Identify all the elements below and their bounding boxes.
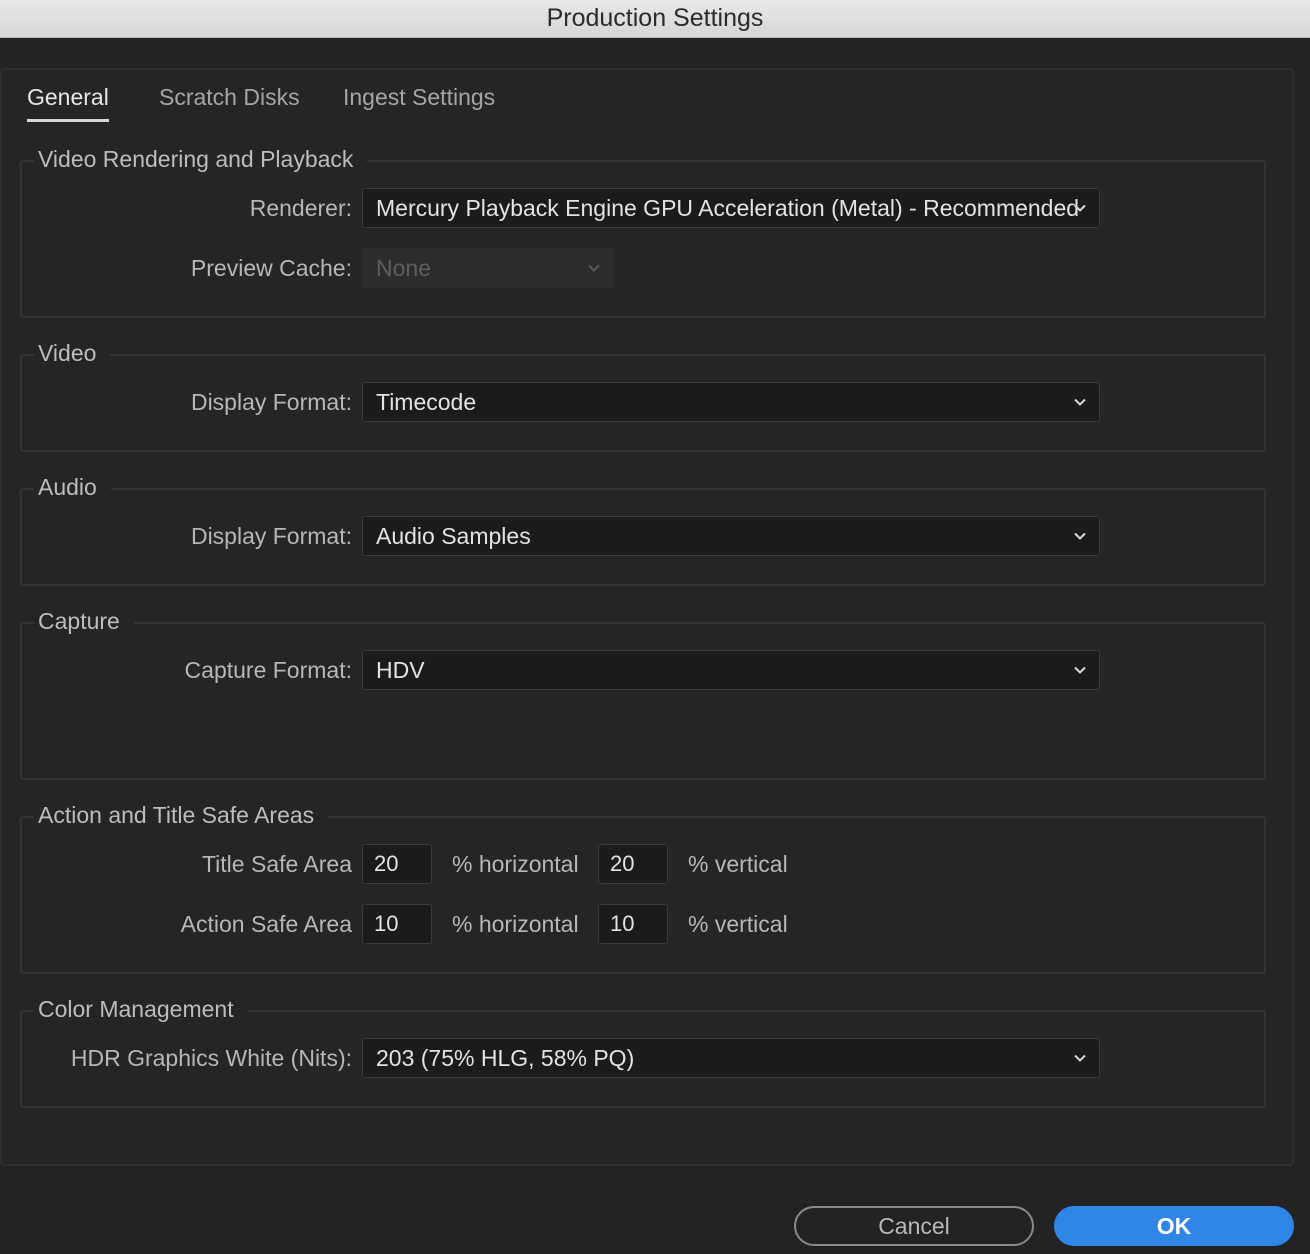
title-safe-vertical-input[interactable]: 20 [598, 844, 668, 884]
hdr-graphics-white-value: 203 (75% HLG, 58% PQ) [376, 1044, 635, 1071]
group-video-rendering [20, 160, 1266, 318]
group-title-color-management: Color Management [34, 996, 248, 1023]
group-safe-areas [20, 816, 1266, 974]
group-title-capture: Capture [34, 608, 134, 635]
action-safe-label: Action Safe Area [180, 911, 352, 937]
video-display-format-value: Timecode [376, 388, 477, 415]
action-safe-horizontal-suffix: % horizontal [452, 911, 579, 937]
capture-format-value: HDV [376, 656, 425, 683]
group-title-audio: Audio [34, 474, 111, 501]
chevron-down-icon [1074, 398, 1086, 406]
title-safe-horizontal-input[interactable]: 20 [362, 844, 432, 884]
window-title: Production Settings [546, 4, 764, 32]
action-safe-vertical-input[interactable]: 10 [598, 904, 668, 944]
video-display-format-label: Display Format: [190, 389, 352, 415]
renderer-dropdown[interactable]: Mercury Playback Engine GPU Acceleration… [362, 188, 1100, 228]
title-safe-label: Title Safe Area [201, 851, 352, 877]
capture-format-dropdown[interactable]: HDV [362, 650, 1100, 690]
tab-general[interactable]: General [27, 84, 109, 122]
window-titlebar: Production Settings [0, 0, 1310, 38]
title-safe-vertical-suffix: % vertical [688, 851, 788, 877]
tab-scratch-disks[interactable]: Scratch Disks [159, 84, 300, 119]
tab-ingest-settings[interactable]: Ingest Settings [343, 84, 495, 119]
action-safe-horizontal-input[interactable]: 10 [362, 904, 432, 944]
chevron-down-icon [588, 264, 600, 272]
preview-cache-label: Preview Cache: [190, 255, 352, 281]
preview-cache-value: None [376, 254, 431, 281]
chevron-down-icon [1074, 1054, 1086, 1062]
action-safe-vertical-suffix: % vertical [688, 911, 788, 937]
cancel-button[interactable]: Cancel [794, 1206, 1034, 1246]
chevron-down-icon [1074, 532, 1086, 540]
chevron-down-icon [1074, 204, 1086, 212]
hdr-graphics-white-dropdown[interactable]: 203 (75% HLG, 58% PQ) [362, 1038, 1100, 1078]
group-title-video-rendering: Video Rendering and Playback [34, 146, 368, 173]
audio-display-format-label: Display Format: [190, 523, 352, 549]
video-display-format-dropdown[interactable]: Timecode [362, 382, 1100, 422]
hdr-graphics-white-label: HDR Graphics White (Nits): [70, 1045, 352, 1071]
preview-cache-dropdown: None [362, 248, 614, 288]
capture-format-label: Capture Format: [184, 657, 352, 683]
group-title-safe-areas: Action and Title Safe Areas [34, 802, 329, 829]
ok-button[interactable]: OK [1054, 1206, 1294, 1246]
audio-display-format-dropdown[interactable]: Audio Samples [362, 516, 1100, 556]
audio-display-format-value: Audio Samples [376, 522, 531, 549]
renderer-label: Renderer: [249, 195, 352, 221]
renderer-value: Mercury Playback Engine GPU Acceleration… [376, 194, 1080, 221]
chevron-down-icon [1074, 666, 1086, 674]
title-safe-horizontal-suffix: % horizontal [452, 851, 579, 877]
group-capture [20, 622, 1266, 780]
group-title-video: Video [34, 340, 111, 367]
